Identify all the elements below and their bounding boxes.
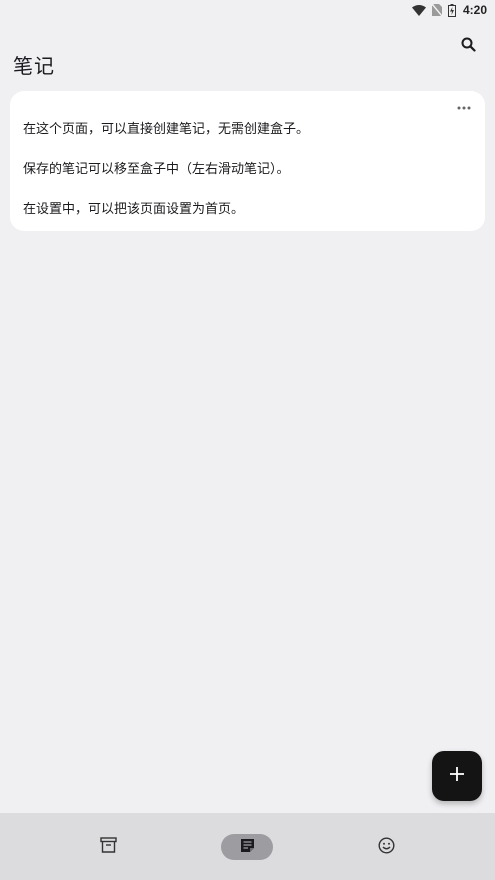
nav-item-archive[interactable] [94, 834, 122, 860]
page-title: 笔记 [13, 54, 55, 78]
archive-box-icon [99, 837, 117, 857]
nav-item-notes[interactable] [221, 834, 273, 860]
note-line: 在这个页面，可以直接创建笔记，无需创建盒子。 [23, 122, 310, 137]
note-more-button[interactable] [455, 98, 473, 110]
search-icon [461, 37, 476, 56]
search-button[interactable] [456, 36, 480, 56]
bottom-navigation [0, 813, 495, 880]
note-card[interactable]: 在这个页面，可以直接创建笔记，无需创建盒子。 保存的笔记可以移至盒子中（左右滑动… [10, 91, 485, 231]
note-line: 保存的笔记可以移至盒子中（左右滑动笔记）。 [23, 162, 290, 177]
status-time: 4:20 [462, 3, 487, 17]
note-icon [240, 838, 255, 857]
note-line: 在设置中，可以把该页面设置为首页。 [23, 202, 245, 217]
add-note-button[interactable] [432, 751, 482, 801]
wifi-icon [411, 4, 426, 16]
nav-item-mood[interactable] [372, 834, 400, 860]
no-sim-icon [431, 4, 442, 16]
status-bar: 4:20 [0, 0, 495, 20]
battery-charging-icon [447, 3, 456, 17]
plus-icon [449, 766, 465, 786]
more-horizontal-icon [457, 95, 471, 114]
smiley-icon [377, 836, 395, 858]
